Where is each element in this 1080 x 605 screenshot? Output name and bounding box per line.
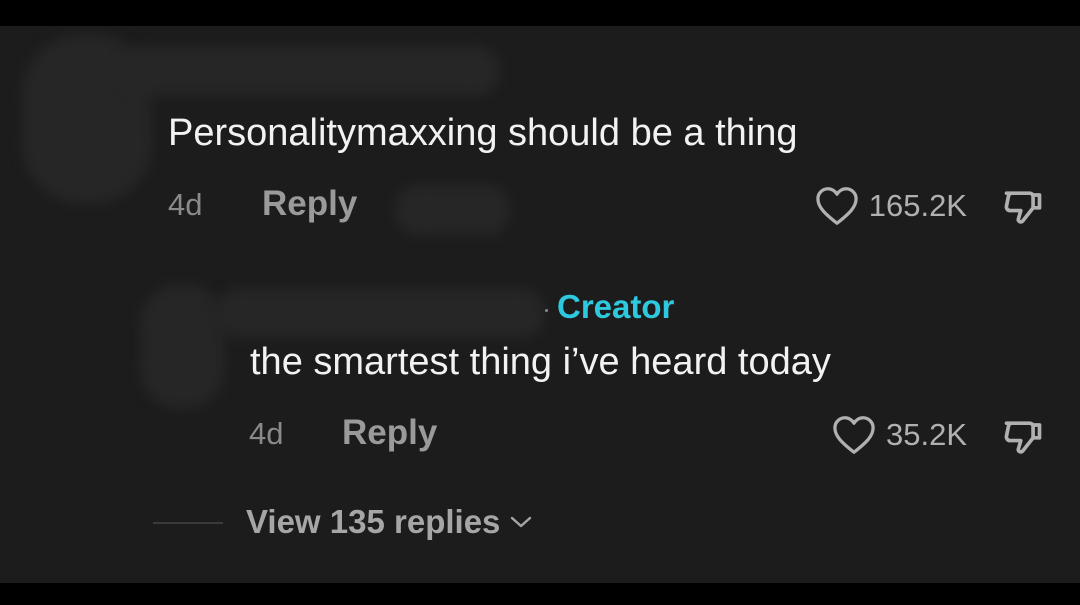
- like-count: 165.2K: [868, 188, 967, 223]
- heart-outline-icon: [816, 187, 858, 225]
- dislike-button[interactable]: [1000, 414, 1046, 463]
- replies-divider: [153, 522, 223, 524]
- like-count: 35.2K: [885, 417, 967, 452]
- username-redacted: [215, 288, 545, 338]
- reply-button[interactable]: Reply: [262, 184, 357, 224]
- like-button[interactable]: 35.2K: [832, 415, 967, 455]
- thumbs-down-icon: [1004, 191, 1042, 224]
- comment-text: Personalitymaxxing should be a thing: [168, 112, 798, 154]
- view-replies-button[interactable]: View 135 replies: [246, 503, 532, 541]
- heart-outline-icon: [833, 416, 875, 454]
- reply-button[interactable]: Reply: [342, 413, 437, 453]
- avatar-redacted: [140, 284, 225, 409]
- creator-badge: Creator: [557, 288, 675, 325]
- view-replies-label: View 135 replies: [246, 503, 501, 540]
- like-button[interactable]: 165.2K: [815, 186, 967, 226]
- thumbs-down-icon: [1004, 421, 1042, 454]
- username-redacted: [120, 46, 500, 96]
- comment-text: the smartest thing i’ve heard today: [250, 341, 831, 383]
- dislike-button[interactable]: [1000, 184, 1046, 233]
- comment-panel: Personalitymaxxing should be a thing 4d …: [0, 26, 1080, 583]
- comment-timestamp: 4d: [168, 187, 203, 222]
- separator-dot: [545, 309, 548, 312]
- meta-redacted: [395, 184, 510, 236]
- comment-timestamp: 4d: [249, 416, 284, 451]
- chevron-down-icon: [511, 516, 532, 528]
